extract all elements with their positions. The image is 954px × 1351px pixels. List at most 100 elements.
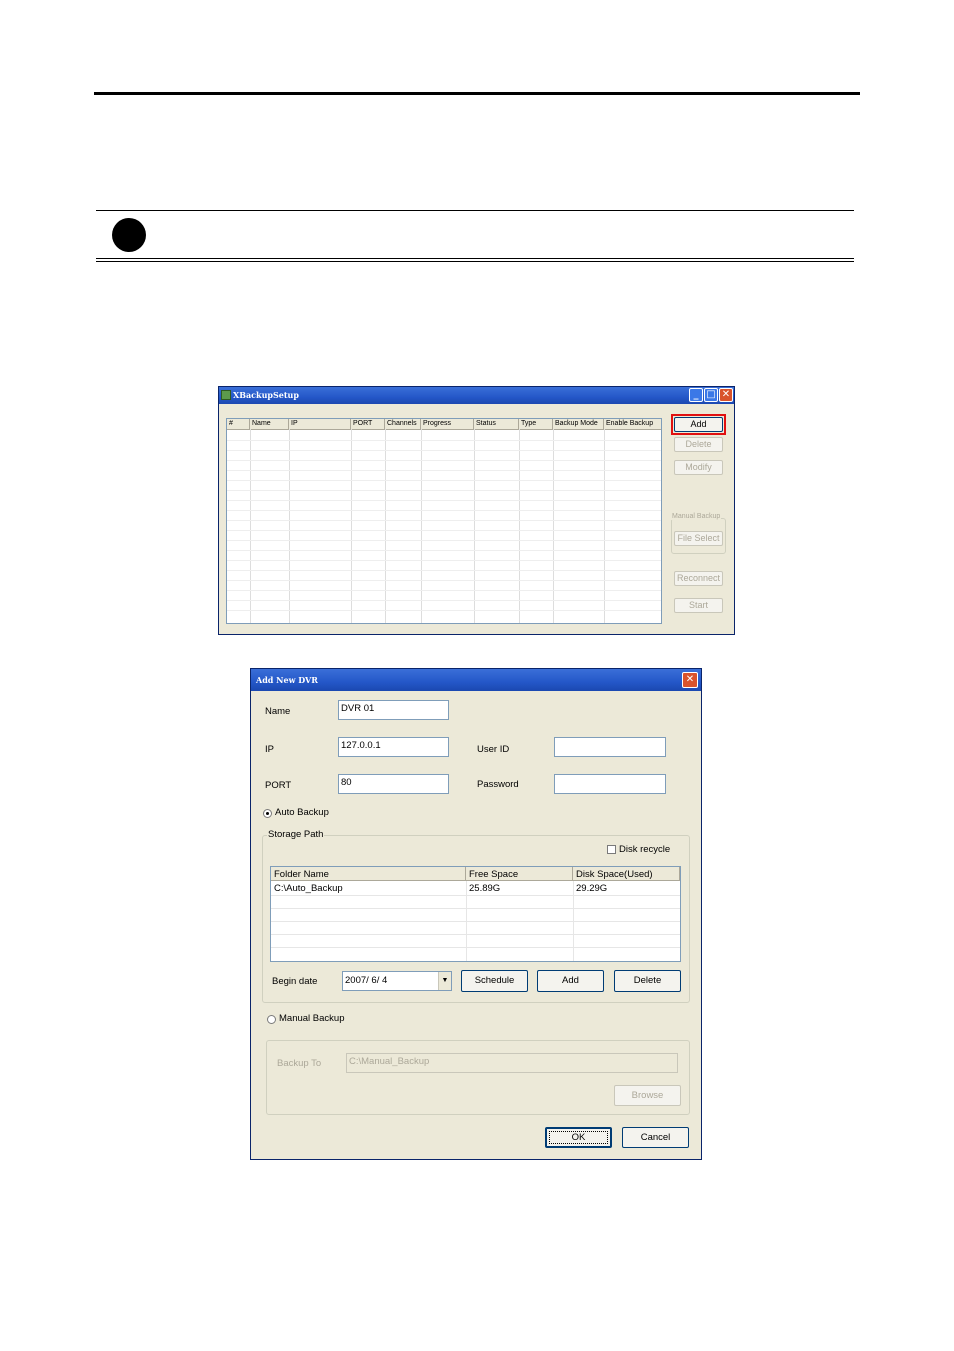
grid-line	[227, 550, 661, 551]
grid-line	[227, 530, 661, 531]
password-label: Password	[477, 779, 519, 790]
backup-to-field[interactable]: C:\Manual_Backup	[346, 1053, 678, 1073]
grid-line	[227, 560, 661, 561]
grid-line	[421, 429, 422, 623]
dvr-list-table[interactable]: # Name IP PORT Channels Progress Status …	[226, 418, 662, 624]
note-bullet-icon	[112, 218, 146, 252]
grid-line	[351, 429, 352, 623]
backup-to-label: Backup To	[277, 1058, 322, 1069]
add-storage-button[interactable]: Add	[537, 970, 604, 992]
note-top-rule	[96, 210, 854, 211]
name-field[interactable]: DVR 01	[338, 700, 449, 720]
storage-table[interactable]: Folder Name Free Space Disk Space(Used) …	[270, 866, 681, 962]
header-rule	[94, 92, 860, 95]
xbackup-setup-window: XBackupSetup _ □ ✕ # Name IP PORT Channe…	[218, 386, 735, 635]
grid-line	[227, 590, 661, 591]
ip-field[interactable]: 127.0.0.1	[338, 737, 449, 757]
grid-line	[227, 520, 661, 521]
column-header[interactable]: Status	[474, 419, 519, 429]
password-field[interactable]	[554, 774, 666, 794]
browse-button[interactable]: Browse	[614, 1085, 681, 1106]
modify-dvr-button[interactable]: Modify	[674, 460, 723, 475]
grid-line	[271, 895, 680, 896]
cancel-button[interactable]: Cancel	[622, 1127, 689, 1148]
xbackup-titlebar[interactable]: XBackupSetup _ □ ✕	[219, 387, 734, 404]
storage-path-label: Storage Path	[267, 829, 325, 840]
user-id-field[interactable]	[554, 737, 666, 757]
column-header[interactable]: Enable Backup	[604, 419, 661, 429]
grid-line	[227, 490, 661, 491]
grid-line	[227, 440, 661, 441]
grid-line	[227, 450, 661, 451]
column-header[interactable]: Backup Mode	[553, 419, 604, 429]
column-header[interactable]: Free Space	[466, 867, 573, 881]
disk-space-cell[interactable]: 29.29G	[573, 883, 607, 894]
close-icon[interactable]: ✕	[719, 388, 733, 402]
add-dvr-title: Add New DVR	[256, 675, 318, 685]
grid-line	[227, 610, 661, 611]
manual-backup-label[interactable]: Manual Backup	[279, 1013, 344, 1024]
start-button[interactable]: Start	[674, 598, 723, 613]
grid-line	[271, 947, 680, 948]
ok-button[interactable]: OK	[545, 1127, 612, 1148]
grid-line	[227, 600, 661, 601]
grid-line	[553, 429, 554, 623]
grid-line	[227, 540, 661, 541]
note-bottom-rule	[96, 258, 854, 262]
port-label: PORT	[265, 780, 292, 791]
disk-recycle-label[interactable]: Disk recycle	[619, 844, 670, 855]
column-header[interactable]: Disk Space(Used)	[573, 867, 680, 881]
name-label: Name	[265, 706, 291, 717]
dvr-list-header: # Name IP PORT Channels Progress Status …	[227, 419, 661, 430]
disk-recycle-checkbox[interactable]	[607, 845, 616, 854]
grid-line	[227, 470, 661, 471]
app-icon	[221, 390, 231, 400]
auto-backup-radio[interactable]	[263, 809, 272, 818]
column-header[interactable]: Name	[250, 419, 289, 429]
user-id-label: User ID	[477, 744, 510, 755]
grid-line	[250, 429, 251, 623]
column-header[interactable]: #	[227, 419, 250, 429]
file-select-button[interactable]: File Select	[674, 531, 723, 546]
port-field[interactable]: 80	[338, 774, 449, 794]
auto-backup-label[interactable]: Auto Backup	[275, 807, 329, 818]
column-header[interactable]: PORT	[351, 419, 385, 429]
grid-line	[227, 480, 661, 481]
ip-label: IP	[265, 744, 274, 755]
column-header[interactable]: Type	[519, 419, 553, 429]
delete-dvr-button[interactable]: Delete	[674, 437, 723, 452]
grid-line	[271, 921, 680, 922]
reconnect-button[interactable]: Reconnect	[674, 571, 723, 586]
delete-storage-button[interactable]: Delete	[614, 970, 681, 992]
column-header[interactable]: Folder Name	[271, 867, 466, 881]
column-header[interactable]: Progress	[421, 419, 474, 429]
close-icon[interactable]: ✕	[682, 672, 698, 688]
manual-backup-group-label: Manual Backup	[671, 513, 722, 520]
folder-name-cell[interactable]: C:\Auto_Backup	[271, 883, 343, 894]
grid-line	[604, 429, 605, 623]
grid-line	[271, 934, 680, 935]
column-header[interactable]: IP	[289, 419, 351, 429]
grid-line	[289, 429, 290, 623]
grid-line	[227, 510, 661, 511]
minimize-icon[interactable]: _	[689, 388, 703, 402]
column-header[interactable]: Channels	[385, 419, 421, 429]
add-new-dvr-dialog: Add New DVR ✕ Name DVR 01 IP 127.0.0.1 U…	[250, 668, 702, 1160]
grid-line	[227, 580, 661, 581]
begin-date-picker[interactable]: 2007/ 6/ 4 ▼	[342, 971, 452, 991]
add-dvr-button[interactable]: Add	[674, 417, 723, 432]
grid-line	[519, 429, 520, 623]
grid-line	[271, 908, 680, 909]
maximize-icon[interactable]: □	[704, 388, 718, 402]
begin-date-value: 2007/ 6/ 4	[345, 975, 388, 986]
schedule-button[interactable]: Schedule	[461, 970, 528, 992]
add-dvr-titlebar[interactable]: Add New DVR ✕	[251, 669, 701, 691]
free-space-cell[interactable]: 25.89G	[466, 883, 500, 894]
grid-line	[474, 429, 475, 623]
grid-line	[227, 460, 661, 461]
chevron-down-icon[interactable]: ▼	[438, 972, 451, 990]
grid-line	[227, 570, 661, 571]
grid-line	[385, 429, 386, 623]
manual-backup-radio[interactable]	[267, 1015, 276, 1024]
xbackup-title: XBackupSetup	[233, 390, 299, 400]
